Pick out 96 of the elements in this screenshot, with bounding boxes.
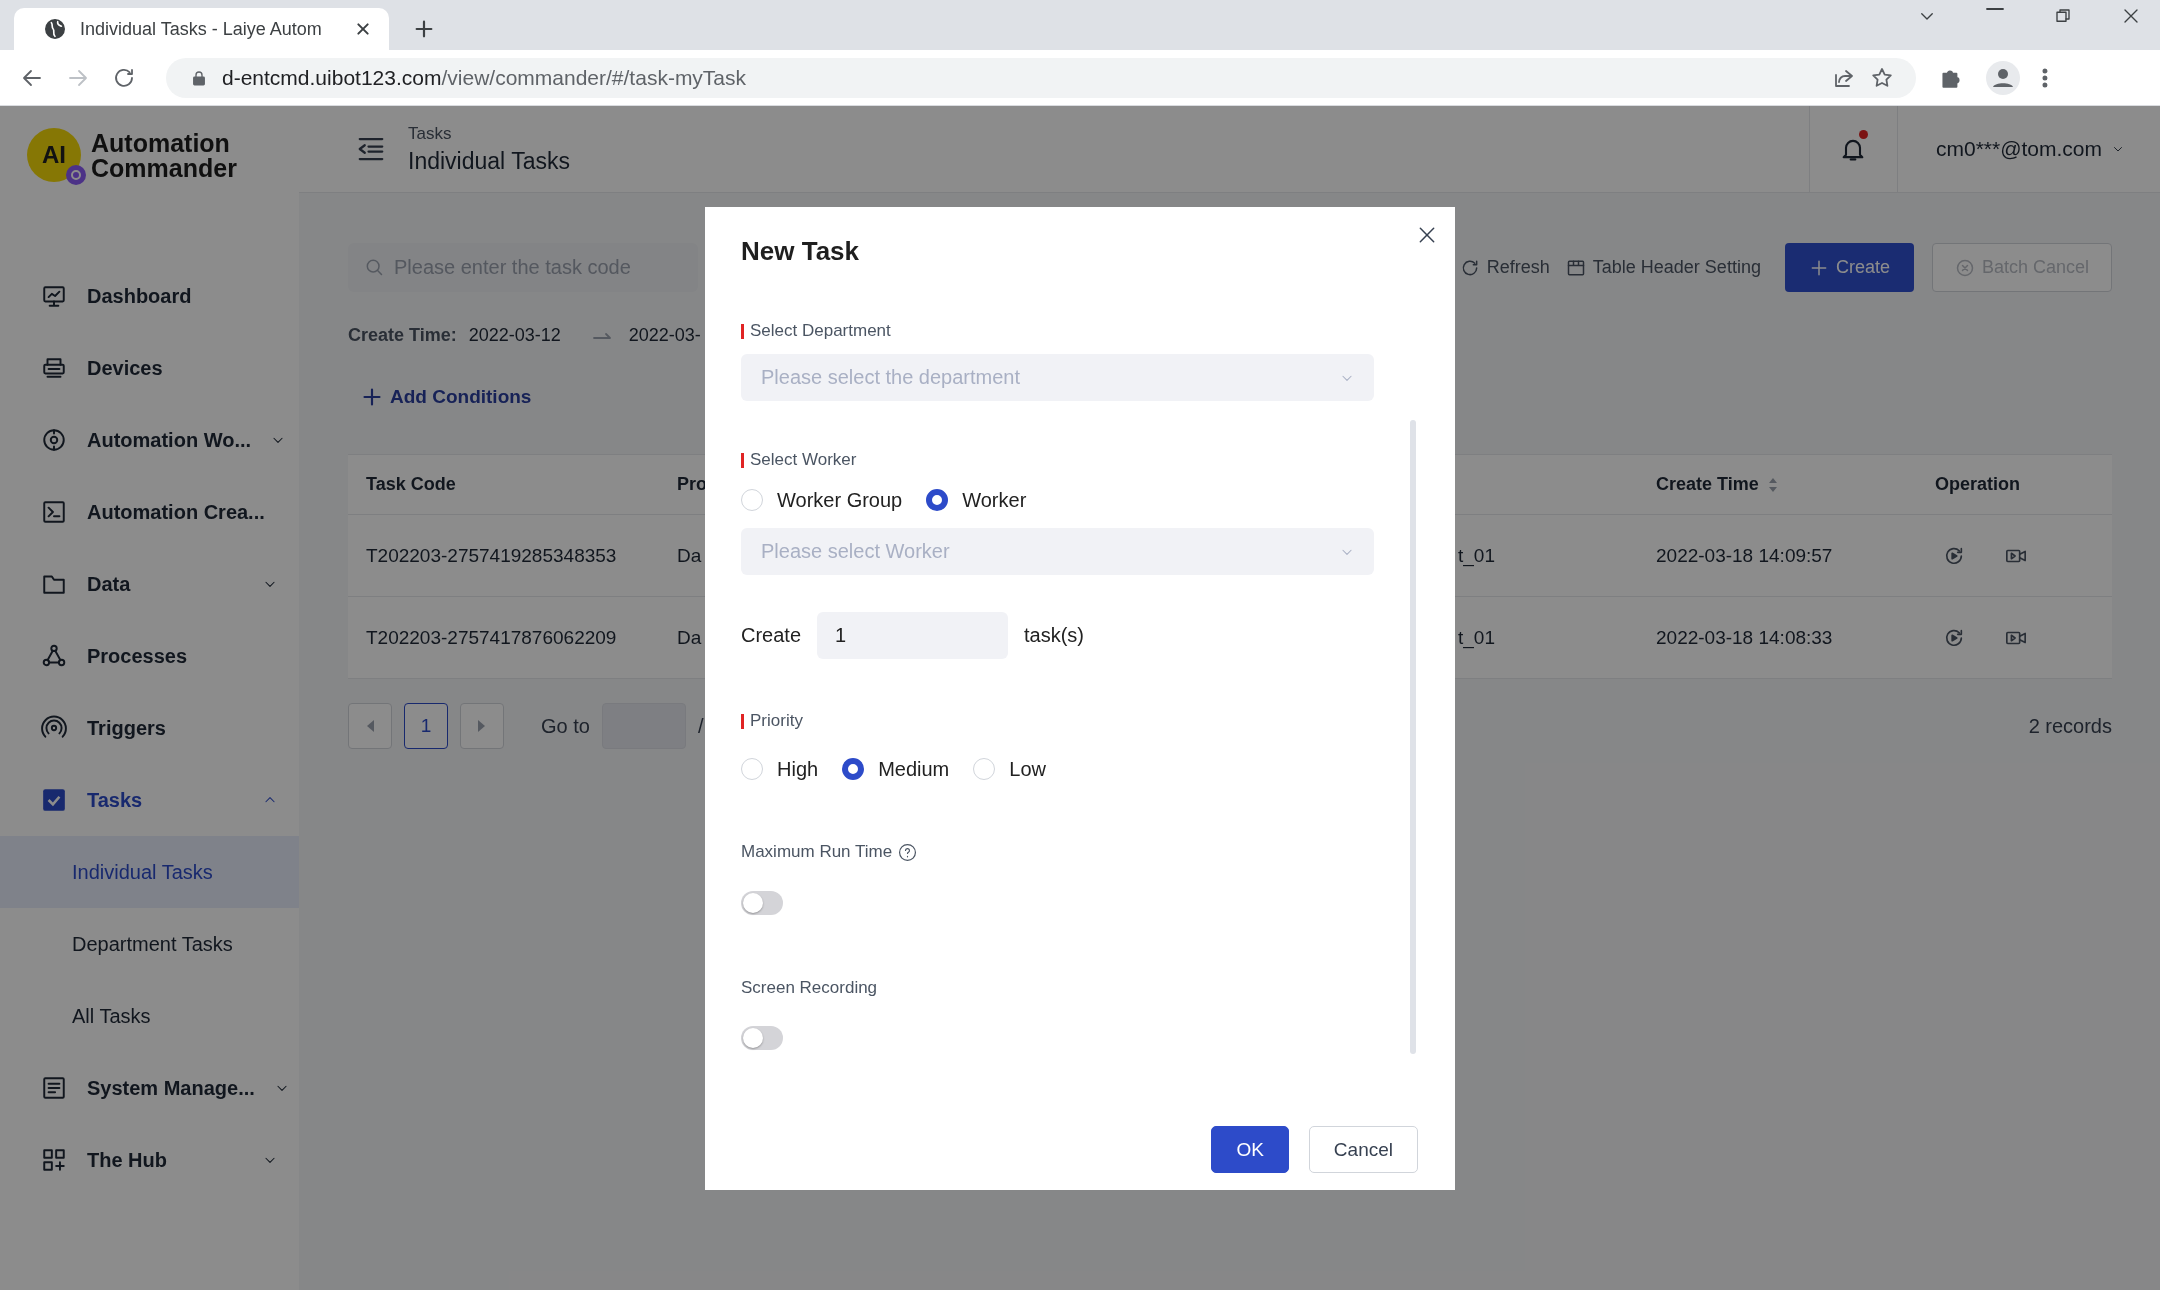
- table-cell: T202203-2757419285348353: [366, 544, 617, 566]
- next-page-button[interactable]: [460, 703, 504, 749]
- signal-icon: [41, 715, 67, 741]
- plus-icon: [413, 18, 435, 40]
- logo-mark: AI: [27, 128, 81, 182]
- toggle-switch[interactable]: [741, 891, 783, 915]
- gauge-icon: [41, 427, 67, 453]
- table-cell: Da: [677, 626, 702, 648]
- plus-icon: [362, 387, 382, 407]
- required-mark: [741, 452, 744, 468]
- column-header: Task Code: [366, 474, 456, 495]
- monitor-chart-icon: [41, 283, 67, 309]
- table-cell: Da: [677, 544, 702, 566]
- more-icon: [2042, 66, 2048, 89]
- restore-icon: [2054, 7, 2072, 25]
- date-to[interactable]: 2022-03-: [628, 324, 701, 346]
- close-icon: [355, 21, 371, 37]
- user-menu[interactable]: cm0***@tom.com: [1897, 137, 2160, 161]
- goto-label: Go to: [541, 714, 590, 738]
- column-header: Operation: [1935, 474, 2020, 495]
- list-box-icon: [41, 1075, 67, 1101]
- radio-option[interactable]: Low: [973, 757, 1046, 781]
- sidebar-item[interactable]: Tasks: [0, 764, 299, 836]
- toolbar-link[interactable]: Table Header Setting: [1559, 243, 1767, 292]
- filter-label: Create Time:: [348, 324, 457, 346]
- close-icon: [2122, 7, 2140, 25]
- radio-option[interactable]: Worker: [926, 488, 1027, 512]
- page-title: Individual Tasks: [408, 147, 571, 175]
- sidebar-item[interactable]: Processes: [0, 620, 299, 692]
- sidebar-item[interactable]: System Manage...: [0, 1052, 299, 1124]
- search-icon: [364, 257, 384, 277]
- sidebar-item[interactable]: Devices: [0, 332, 299, 404]
- dialog-title: New Task: [741, 235, 860, 267]
- lock-icon: [190, 68, 208, 87]
- sidebar-item[interactable]: Automation Wo...: [0, 404, 299, 476]
- cancel-button[interactable]: Cancel: [1308, 1126, 1418, 1173]
- sidebar-subitem[interactable]: All Tasks: [0, 980, 299, 1052]
- field-label: Screen Recording: [741, 978, 878, 998]
- radio-option[interactable]: High: [741, 757, 819, 781]
- sidebar-item[interactable]: Triggers: [0, 692, 299, 764]
- toolbar-link[interactable]: Refresh: [1453, 243, 1556, 292]
- date-from[interactable]: 2022-03-12: [468, 324, 561, 346]
- sidebar-item[interactable]: Data: [0, 548, 299, 620]
- task-count-field[interactable]: 1: [817, 612, 1009, 659]
- field-label: Priority: [750, 711, 803, 731]
- gear-icon: [65, 164, 87, 186]
- count-prefix: Create: [741, 624, 802, 647]
- printer-icon: [41, 355, 67, 381]
- cancel-circle-icon: [1954, 257, 1975, 278]
- address-bar[interactable]: d-entcmd.uibot123.com/view/commander/#/task-myTask: [166, 57, 1916, 98]
- required-mark: [741, 713, 744, 729]
- sidebar-item[interactable]: Automation Crea...: [0, 476, 299, 548]
- notification-dot: [1858, 129, 1868, 139]
- table-cell: t_01: [1458, 544, 1495, 566]
- previous-page-button[interactable]: [348, 703, 392, 749]
- caret-right-icon: [477, 719, 487, 733]
- column-header: Pro: [677, 474, 707, 495]
- scrollbar[interactable]: [1410, 420, 1416, 1054]
- help-icon: [898, 842, 918, 862]
- caret-left-icon: [365, 719, 375, 733]
- sidebar-subitem[interactable]: Department Tasks: [0, 908, 299, 980]
- close-icon: [1417, 225, 1437, 245]
- page-button[interactable]: 1: [404, 703, 448, 749]
- table-cell: T202203-2757417876062209: [366, 626, 617, 648]
- add-conditions-link[interactable]: Add Conditions: [362, 386, 532, 408]
- sidebar-item[interactable]: Dashboard: [0, 260, 299, 332]
- logo-text: Automation Commander: [91, 131, 237, 181]
- sidebar-item[interactable]: The Hub: [0, 1124, 299, 1196]
- table-cell: 2022-03-18 14:09:57: [1656, 544, 1833, 566]
- field-label: Select Worker: [750, 450, 857, 470]
- radio-option[interactable]: Medium: [842, 757, 950, 781]
- table-cell: t_01: [1458, 626, 1495, 648]
- profile-avatar-icon[interactable]: [1986, 60, 2020, 95]
- toggle-switch[interactable]: [741, 1026, 783, 1050]
- terminal-icon: [41, 499, 67, 525]
- field-label: Maximum Run Time: [741, 842, 893, 862]
- globe-icon: [44, 18, 66, 40]
- nodes-icon: [41, 643, 67, 669]
- tab-title: Individual Tasks - Laiye Autom: [80, 18, 323, 40]
- ok-button[interactable]: OK: [1211, 1126, 1289, 1173]
- grid-icon: [41, 1147, 67, 1173]
- sidebar-subitem[interactable]: Individual Tasks: [0, 836, 299, 908]
- required-mark: [741, 323, 744, 339]
- radio-option[interactable]: Worker Group: [741, 488, 903, 512]
- page-total: /: [697, 714, 704, 738]
- minimize-icon: [1986, 7, 2004, 11]
- breadcrumb[interactable]: Tasks: [408, 123, 1809, 144]
- field-label: Select Department: [750, 321, 891, 341]
- record-count: 2 records: [2028, 714, 2112, 738]
- checkbox-icon: [41, 787, 67, 813]
- browser-tab[interactable]: Individual Tasks - Laiye Autom: [14, 8, 389, 50]
- toolbar-button[interactable]: Create: [1784, 243, 1914, 292]
- table-cell: 2022-03-18 14:08:33: [1656, 626, 1833, 648]
- count-suffix: task(s): [1024, 624, 1085, 647]
- star-icon: [1870, 65, 1894, 90]
- column-header: Create Time: [1656, 474, 1759, 495]
